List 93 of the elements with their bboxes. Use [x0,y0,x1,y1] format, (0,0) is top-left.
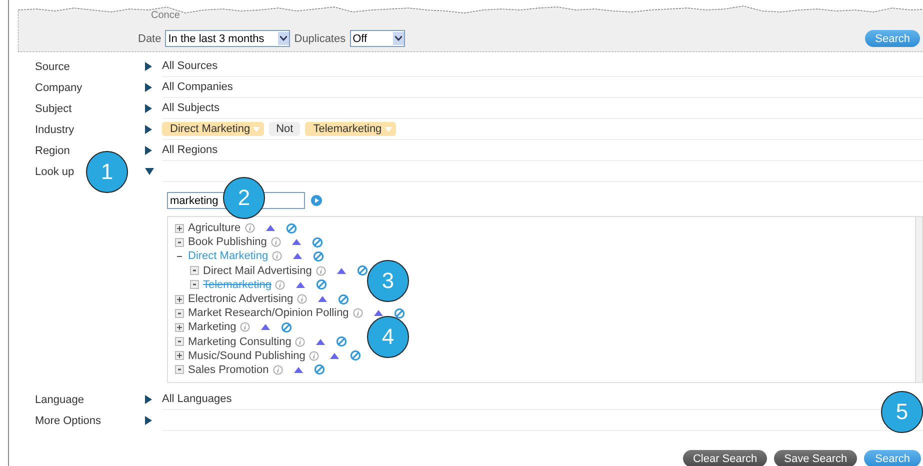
info-icon [272,364,283,375]
plus-icon [177,226,182,231]
info-icon [352,308,363,318]
triangle-up-icon [336,268,346,274]
callout-badge: 1 [86,151,128,193]
action-button[interactable]: Save Search [774,450,858,466]
expand-icon[interactable] [175,224,184,233]
field-label: Date [138,32,162,44]
block-icon [394,308,405,319]
tree-item[interactable]: Book Publishing [188,236,267,248]
filter-label: Subject [35,102,72,114]
info-icon [270,237,281,248]
info-icon [297,294,308,304]
triangle-right-icon [145,104,152,113]
triangle-right-icon [145,83,152,92]
filter-tag[interactable]: Telemarketing [305,122,396,136]
block-icon [316,279,328,290]
triangle-right-icon [145,125,152,134]
triangle-right-icon [145,416,152,425]
scrollbar[interactable] [915,217,922,382]
triangle-right-icon [145,146,152,155]
filter-label: More Options [35,414,102,426]
plus-icon [177,296,182,302]
filter-label: Source [35,60,70,72]
info-icon [316,266,326,276]
filter-value: All Languages [162,393,232,405]
plus-icon [177,324,182,330]
triangle-up-icon [318,296,328,302]
block-icon [313,250,324,262]
triangle-down-icon [145,168,154,175]
triangle-up-icon [296,282,306,288]
filter-label: Language [35,394,84,406]
caret-icon [384,126,392,132]
callout-badge: 2 [223,177,265,219]
operator-tag[interactable]: Not [269,122,300,136]
tree-item[interactable]: Music/Sound Publishing [188,350,306,362]
tree-item[interactable]: Direct Mail Advertising [203,264,312,277]
caret-icon [394,36,402,41]
tree-item[interactable]: Marketing Consulting [188,336,292,348]
callout-badge: 5 [881,391,923,433]
expand-icon[interactable] [175,294,184,304]
caret-icon [280,36,288,41]
block-icon [356,265,368,276]
dropdown[interactable]: In the last 3 months [165,30,290,47]
info-icon [244,223,255,234]
triangle-up-icon [374,310,383,316]
leaf-icon[interactable] [175,337,184,346]
filter-label: Industry [35,124,74,136]
leaf-icon[interactable] [175,238,184,247]
info-icon [309,350,320,361]
filter-value: All Regions [162,144,218,156]
filter-value: All Subjects [162,102,220,114]
filter-value: All Companies [162,81,233,93]
expand-icon[interactable] [175,351,184,360]
block-icon [281,322,292,333]
filter-label: Company [35,82,82,94]
tree-item[interactable]: Agriculture [188,222,241,234]
action-button[interactable]: Clear Search [682,450,768,466]
block-icon [312,236,323,248]
leaf-icon[interactable] [190,280,199,290]
filter-tag[interactable]: Direct Marketing [162,122,264,136]
leaf-icon[interactable] [175,308,184,318]
block-icon [336,336,348,348]
filter-value: All Sources [162,60,218,72]
plus-icon [177,353,182,358]
tree-item[interactable]: Marketing [188,321,236,334]
block-icon [338,294,350,305]
tree-item[interactable]: Electronic Advertising [188,293,294,306]
dropdown[interactable]: Off [350,30,405,47]
torn-label: Conce [151,10,180,21]
triangle-up-icon [266,225,275,232]
info-icon [275,280,286,290]
block-icon [314,364,325,376]
filter-label: Region [35,144,70,156]
triangle-right-icon [145,395,152,404]
tree-item[interactable]: Market Research/Opinion Polling [188,307,349,320]
leaf-icon[interactable] [175,365,184,374]
expand-icon[interactable] [175,322,184,332]
play-icon [311,195,322,206]
info-icon [240,322,250,332]
filter-label: Look up [35,166,74,178]
block-icon [286,222,297,234]
triangle-up-icon [261,324,270,330]
info-icon [272,251,282,262]
block-icon [350,350,362,362]
triangle-right-icon [145,62,152,71]
minus-icon [177,254,182,259]
info-icon [295,336,306,347]
tree-item[interactable]: Sales Promotion [188,364,269,376]
triangle-up-icon [294,366,303,373]
leaf-icon[interactable] [190,266,199,276]
field-label: Duplicates [294,32,346,44]
caret-icon [253,126,260,132]
